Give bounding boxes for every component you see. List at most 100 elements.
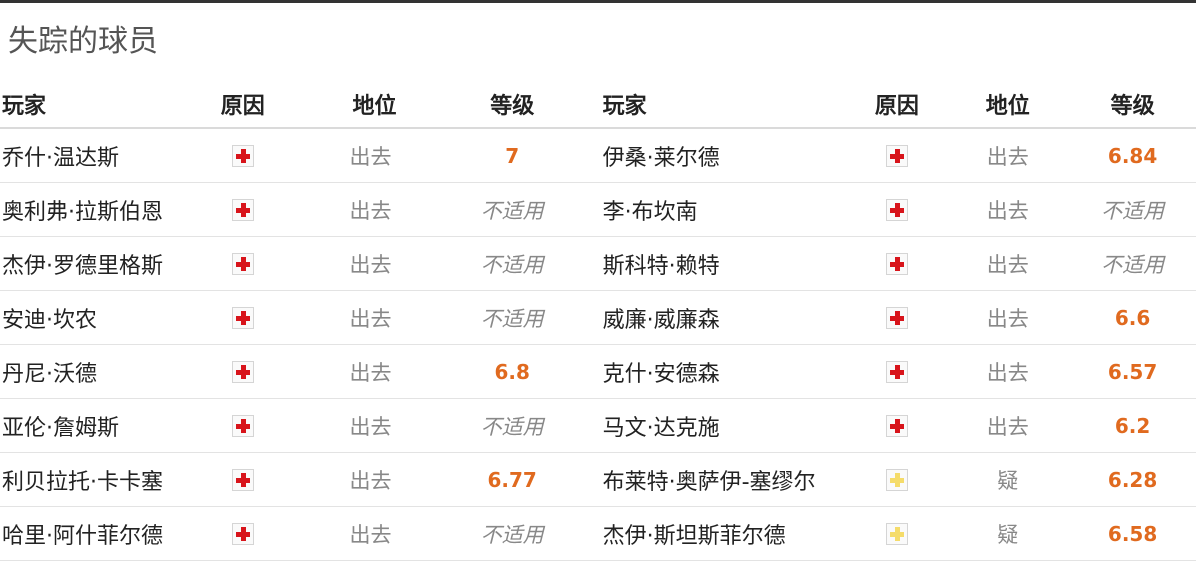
player-rating: 6.57 bbox=[1107, 359, 1158, 384]
header-rating-2: 等级 bbox=[1110, 93, 1155, 119]
status-text: 出去 bbox=[349, 360, 392, 385]
status-text: 疑 bbox=[997, 522, 1019, 547]
injury-red-cross-icon[interactable] bbox=[231, 145, 254, 167]
player-rating: 不适用 bbox=[480, 252, 544, 277]
injury-red-cross-icon[interactable] bbox=[231, 361, 254, 383]
player-name[interactable]: 威廉·威廉森 bbox=[577, 302, 848, 334]
player-name[interactable]: 杰伊·罗德里格斯 bbox=[0, 248, 192, 280]
reason-cell bbox=[847, 197, 946, 222]
player-rating: 6.2 bbox=[1114, 413, 1151, 438]
table-row: 安迪·坎农 出去 不适用 威廉·威廉森 出去 6.6 bbox=[0, 291, 1196, 345]
status-text: 出去 bbox=[986, 252, 1029, 277]
status-text: 出去 bbox=[986, 198, 1029, 223]
injury-red-cross-icon[interactable] bbox=[231, 199, 254, 221]
player-name[interactable]: 哈里·阿什菲尔德 bbox=[0, 518, 192, 550]
status-text: 出去 bbox=[986, 360, 1029, 385]
injury-red-cross-icon[interactable] bbox=[231, 253, 254, 275]
player-name[interactable]: 利贝拉托·卡卡塞 bbox=[0, 464, 192, 496]
player-name[interactable]: 伊桑·莱尔德 bbox=[577, 140, 848, 172]
doubtful-yellow-cross-icon[interactable] bbox=[885, 469, 908, 491]
status-text: 疑 bbox=[997, 468, 1019, 493]
status-text: 出去 bbox=[349, 306, 392, 331]
player-name[interactable]: 杰伊·斯坦斯菲尔德 bbox=[577, 518, 848, 550]
player-rating: 6.84 bbox=[1107, 143, 1158, 168]
player-name[interactable]: 乔什·温达斯 bbox=[0, 140, 192, 172]
injury-red-cross-icon[interactable] bbox=[885, 361, 908, 383]
player-rating: 7 bbox=[505, 143, 520, 168]
header-status: 地位 bbox=[352, 93, 397, 119]
player-rating: 不适用 bbox=[480, 198, 544, 223]
doubtful-yellow-cross-icon[interactable] bbox=[885, 523, 908, 545]
player-name[interactable]: 斯科特·赖特 bbox=[577, 248, 848, 280]
reason-cell bbox=[847, 305, 946, 330]
missing-players-table: 玩家 原因 地位 等级 玩家 原因 地位 等级 乔什·温达斯 出去 7 伊桑·莱尔德出… bbox=[0, 80, 1196, 561]
injury-red-cross-icon[interactable] bbox=[885, 253, 908, 275]
header-reason: 原因 bbox=[220, 93, 265, 119]
injury-red-cross-icon[interactable] bbox=[231, 469, 254, 491]
player-rating: 6.8 bbox=[494, 359, 530, 384]
reason-cell bbox=[192, 143, 293, 168]
player-rating: 6.77 bbox=[487, 467, 537, 492]
status-text: 出去 bbox=[986, 144, 1029, 169]
table-row: 乔什·温达斯 出去 7 伊桑·莱尔德 出去 6.84 bbox=[0, 129, 1196, 183]
reason-cell bbox=[192, 359, 293, 384]
player-rating: 不适用 bbox=[1101, 198, 1165, 223]
table-row: 丹尼·沃德 出去 6.8 克什·安德森 出去 6.57 bbox=[0, 345, 1196, 399]
player-name[interactable]: 克什·安德森 bbox=[577, 356, 848, 388]
header-player-2: 玩家 bbox=[602, 93, 647, 119]
reason-cell bbox=[847, 521, 946, 546]
injury-red-cross-icon[interactable] bbox=[885, 199, 908, 221]
table-row: 奥利弗·拉斯伯恩 出去 不适用 李·布坎南 出去 不适用 bbox=[0, 183, 1196, 237]
reason-cell bbox=[192, 251, 293, 276]
header-status-2: 地位 bbox=[985, 93, 1030, 119]
top-border bbox=[0, 0, 1196, 3]
injury-red-cross-icon[interactable] bbox=[231, 307, 254, 329]
header-player: 玩家 bbox=[2, 93, 47, 119]
player-name[interactable]: 亚伦·詹姆斯 bbox=[0, 410, 192, 442]
player-rating: 6.58 bbox=[1107, 521, 1158, 546]
player-name[interactable]: 安迪·坎农 bbox=[0, 302, 192, 334]
status-text: 出去 bbox=[349, 522, 392, 547]
player-rating: 不适用 bbox=[1101, 252, 1165, 277]
player-name[interactable]: 马文·达克施 bbox=[577, 410, 848, 442]
reason-cell bbox=[847, 413, 946, 438]
section-title: 失踪的球员 bbox=[8, 24, 158, 59]
table-row: 亚伦·詹姆斯 出去 不适用 马文·达克施 出去 6.2 bbox=[0, 399, 1196, 453]
player-rating: 6.28 bbox=[1107, 467, 1158, 492]
status-text: 出去 bbox=[349, 144, 392, 169]
player-rating: 不适用 bbox=[480, 306, 544, 331]
player-rating: 不适用 bbox=[480, 414, 544, 439]
table-row: 杰伊·罗德里格斯 出去 不适用 斯科特·赖特 出去 不适用 bbox=[0, 237, 1196, 291]
reason-cell bbox=[192, 197, 293, 222]
injury-red-cross-icon[interactable] bbox=[885, 415, 908, 437]
header-reason-2: 原因 bbox=[874, 93, 919, 119]
reason-cell bbox=[847, 359, 946, 384]
injury-red-cross-icon[interactable] bbox=[231, 523, 254, 545]
player-rating: 6.6 bbox=[1114, 305, 1151, 330]
player-name[interactable]: 丹尼·沃德 bbox=[0, 356, 192, 388]
table-header: 玩家 原因 地位 等级 玩家 原因 地位 等级 bbox=[0, 80, 1196, 129]
player-name[interactable]: 奥利弗·拉斯伯恩 bbox=[0, 194, 192, 226]
table-row: 利贝拉托·卡卡塞 出去 6.77 布莱特·奥萨伊-塞缪尔 疑 6.28 bbox=[0, 453, 1196, 507]
reason-cell bbox=[192, 521, 293, 546]
table-row: 哈里·阿什菲尔德 出去 不适用 杰伊·斯坦斯菲尔德 疑 6.58 bbox=[0, 507, 1196, 561]
status-text: 出去 bbox=[986, 306, 1029, 331]
reason-cell bbox=[847, 467, 946, 492]
player-name[interactable]: 布莱特·奥萨伊-塞缪尔 bbox=[577, 464, 848, 496]
reason-cell bbox=[192, 467, 293, 492]
injury-red-cross-icon[interactable] bbox=[885, 145, 908, 167]
status-text: 出去 bbox=[349, 252, 392, 277]
header-rating: 等级 bbox=[490, 93, 535, 119]
reason-cell bbox=[192, 305, 293, 330]
status-text: 出去 bbox=[349, 414, 392, 439]
injury-red-cross-icon[interactable] bbox=[231, 415, 254, 437]
reason-cell bbox=[847, 143, 946, 168]
injury-red-cross-icon[interactable] bbox=[885, 307, 908, 329]
status-text: 出去 bbox=[349, 468, 392, 493]
player-name[interactable]: 李·布坎南 bbox=[577, 194, 848, 226]
status-text: 出去 bbox=[349, 198, 392, 223]
reason-cell bbox=[847, 251, 946, 276]
status-text: 出去 bbox=[986, 414, 1029, 439]
reason-cell bbox=[192, 413, 293, 438]
player-rating: 不适用 bbox=[480, 522, 544, 547]
